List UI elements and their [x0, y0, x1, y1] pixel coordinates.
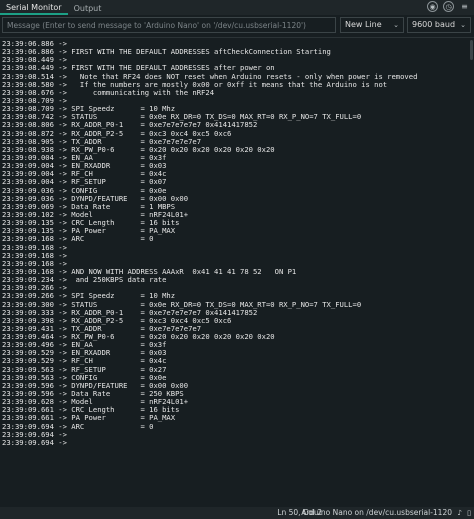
output-line: 23:39:06.886 -> FIRST WITH THE DEFAULT A… [2, 47, 331, 57]
output-line: 23:39:09.234 -> and 250KBPS data rate [2, 275, 167, 285]
line-ending-select[interactable]: New Line ⌄ [340, 17, 404, 33]
line-ending-value: New Line [345, 20, 382, 29]
output-line: 23:39:09.694 -> [2, 429, 67, 439]
output-line: 23:39:09.168 -> [2, 242, 67, 252]
output-line: 23:39:09.694 -> ARC = 0 [2, 421, 154, 431]
status-bar: Ln 50, Col 2 Arduino Nano on /dev/cu.usb… [0, 507, 474, 519]
message-bar: New Line ⌄ 9600 baud ⌄ [0, 15, 474, 38]
output-line: 23:39:09.168 -> [2, 250, 67, 260]
tab-serial-monitor[interactable]: Serial Monitor [0, 2, 68, 15]
menu-icon[interactable]: ≡ [459, 1, 470, 12]
chevron-down-icon: ⌄ [393, 21, 399, 29]
tab-output[interactable]: Output [68, 2, 108, 15]
toolbar-icons: ◉ ◷ ≡ [427, 1, 470, 12]
clock-icon[interactable]: ◷ [443, 1, 454, 12]
eye-icon[interactable]: ◉ [427, 1, 438, 12]
baud-rate-select[interactable]: 9600 baud ⌄ [407, 17, 471, 33]
bell-icon[interactable]: ♪ [458, 507, 462, 519]
message-input[interactable] [2, 17, 336, 33]
output-line: 23:39:09.694 -> [2, 437, 67, 447]
chevron-down-icon: ⌄ [460, 21, 466, 29]
baud-rate-value: 9600 baud [412, 20, 456, 29]
output-line: 23:39:08.676 -> communicating with the n… [2, 87, 215, 97]
scrollbar[interactable] [470, 40, 473, 60]
serial-output[interactable]: 23:39:06.886 -> 23:39:06.886 -> FIRST WIT… [2, 40, 470, 505]
output-line: 23:39:09.168 -> ARC = 0 [2, 234, 154, 244]
board-status[interactable]: Arduino Nano on /dev/cu.usbserial-1120 [301, 507, 452, 519]
panel-tabs: Serial Monitor Output ◉ ◷ ≡ [0, 0, 474, 15]
notification-icon[interactable]: ▯ [467, 507, 471, 519]
